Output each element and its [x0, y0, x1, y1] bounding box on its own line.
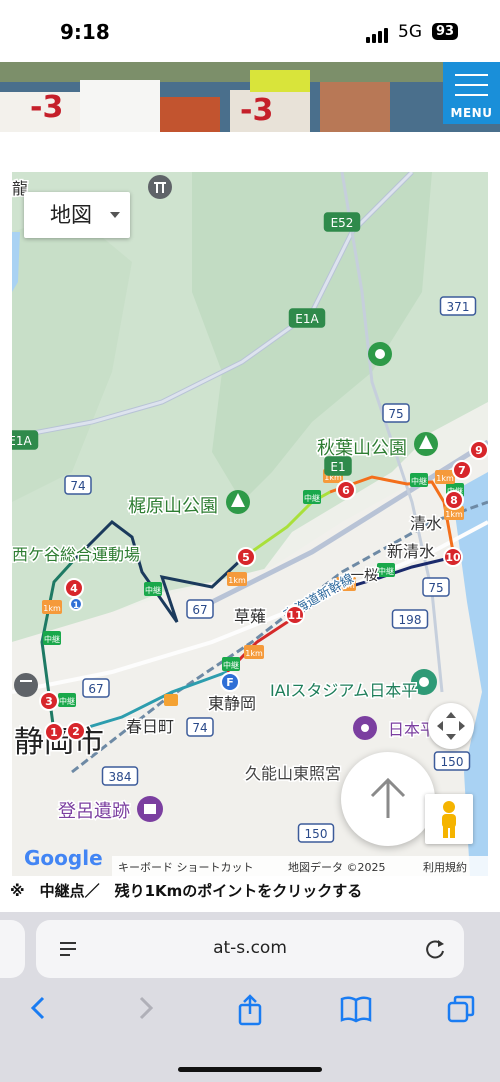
station-icon	[164, 694, 178, 706]
route-marker-label: 2	[72, 725, 80, 738]
road-shield-label: 75	[388, 407, 403, 421]
keyboard-shortcuts-link[interactable]: キーボード ショートカット	[118, 859, 254, 875]
shrine-icon[interactable]	[148, 175, 172, 199]
tabs-icon[interactable]	[446, 994, 476, 1024]
pan-control-button[interactable]	[428, 703, 474, 749]
place-label: 新清水	[387, 542, 435, 561]
road-shield-label: 67	[88, 682, 103, 696]
place-label: 東静岡	[208, 694, 256, 713]
road-shield-label: E1	[330, 460, 345, 474]
route-marker-label: 1	[50, 726, 58, 739]
route-marker-label: 11	[287, 609, 302, 622]
relay-point-label: 中継	[378, 566, 394, 576]
back-icon[interactable]	[26, 994, 50, 1022]
signal-icon	[366, 24, 390, 43]
one-km-label: 1km	[228, 576, 246, 585]
road-shield-label: 75	[428, 581, 443, 595]
museum-icon[interactable]	[137, 796, 163, 822]
road-shield-label: 198	[399, 613, 422, 627]
park-icon[interactable]	[368, 342, 392, 366]
park-icon[interactable]	[226, 490, 250, 514]
place-label: 梶原山公園	[128, 496, 218, 517]
one-km-label: 1km	[445, 510, 463, 519]
road-shield-label: 74	[192, 721, 207, 735]
street-view-pegman-button[interactable]	[425, 794, 473, 844]
place-label: 久能山東照宮	[245, 764, 341, 783]
route-marker-label: 8	[450, 494, 458, 507]
place-label: 春日町	[126, 717, 174, 736]
one-km-label: 1km	[43, 604, 61, 613]
hero-image: -3 -3	[0, 62, 500, 132]
google-logo[interactable]: Google	[24, 846, 103, 870]
road-shield-label: E1A	[295, 312, 319, 326]
shrine-icon[interactable]	[14, 673, 38, 697]
route-marker-label: 6	[342, 484, 350, 497]
menu-button[interactable]: MENU	[443, 62, 500, 124]
home-indicator	[178, 1067, 322, 1072]
relay-point-label: 中継	[59, 696, 75, 706]
park-icon[interactable]	[414, 432, 438, 456]
share-icon[interactable]	[236, 994, 264, 1026]
relay-point-label: 中継	[145, 585, 161, 595]
url-text[interactable]: at-s.com	[36, 938, 464, 958]
route-marker-label: F	[226, 676, 234, 689]
status-bar: 9:18 5G 93	[0, 0, 500, 62]
bookmarks-icon[interactable]	[339, 994, 373, 1024]
road-shield-label: E1A	[12, 434, 32, 448]
place-label: 草薙	[234, 607, 266, 626]
pegman-icon	[442, 801, 456, 838]
reload-icon[interactable]	[424, 937, 446, 961]
route-marker-label: 1	[73, 601, 79, 611]
road-shield-label: E52	[331, 216, 354, 230]
arrow-up-icon	[370, 777, 406, 818]
map-type-label: 地図	[50, 203, 92, 227]
road-shield-label: 150	[441, 755, 464, 769]
map-footer: キーボード ショートカット 地図データ ©2025 利用規約	[112, 856, 488, 876]
road-shield-label: 371	[447, 300, 470, 314]
menu-label: MENU	[450, 106, 493, 120]
place-label: 清水	[410, 514, 442, 533]
scroll-to-top-button[interactable]	[341, 752, 435, 846]
road-shield-label: 150	[305, 827, 328, 841]
address-bar[interactable]: at-s.com	[36, 920, 464, 978]
one-km-label: 1km	[436, 474, 454, 483]
place-label: 西ケ谷総合運動場	[12, 545, 140, 564]
relay-point-label: 中継	[223, 660, 239, 670]
battery-indicator: 93	[432, 23, 459, 40]
route-marker-label: 7	[458, 464, 466, 477]
map-type-selector[interactable]: 地図	[24, 192, 130, 238]
relay-point-label: 中継	[44, 634, 60, 644]
route-marker-label: 4	[70, 582, 78, 595]
pan-arrows-icon	[437, 712, 465, 740]
place-label: IAIスタジアム日本平	[270, 681, 417, 700]
place-label: 登呂遺跡	[58, 801, 130, 822]
museum-icon[interactable]	[353, 716, 377, 740]
svg-text:-3: -3	[30, 90, 63, 125]
status-time: 9:18	[60, 20, 110, 44]
route-marker-label: 3	[45, 695, 53, 708]
relay-point-label: 中継	[411, 476, 427, 486]
route-marker-label: 9	[475, 444, 483, 457]
course-map[interactable]: 中継中継中継中継中継中継中継中継1km1km1km1km1km1km1km 梶原…	[12, 172, 488, 876]
one-km-label: 1km	[245, 649, 263, 658]
terms-link[interactable]: 利用規約	[423, 859, 467, 875]
forward-icon[interactable]	[134, 994, 158, 1022]
svg-text:-3: -3	[240, 93, 273, 128]
browser-toolbar: at-s.com	[0, 912, 500, 1082]
road-shield-label: 74	[70, 479, 85, 493]
relay-point-label: 中継	[304, 493, 320, 503]
previous-tab[interactable]	[0, 920, 25, 978]
map-data-attribution[interactable]: 地図データ ©2025	[288, 859, 386, 875]
chevron-down-icon	[110, 212, 120, 218]
place-label: 秋葉山公園	[317, 438, 407, 459]
route-marker-label: 10	[445, 551, 461, 564]
map-instruction-note: ※ 中継点／ 残り1Kmのポイントをクリックする	[10, 882, 363, 900]
road-shield-label: 67	[192, 603, 207, 617]
road-shield-label: 384	[109, 770, 132, 784]
network-label: 5G	[398, 22, 422, 42]
route-marker-label: 5	[242, 551, 250, 564]
